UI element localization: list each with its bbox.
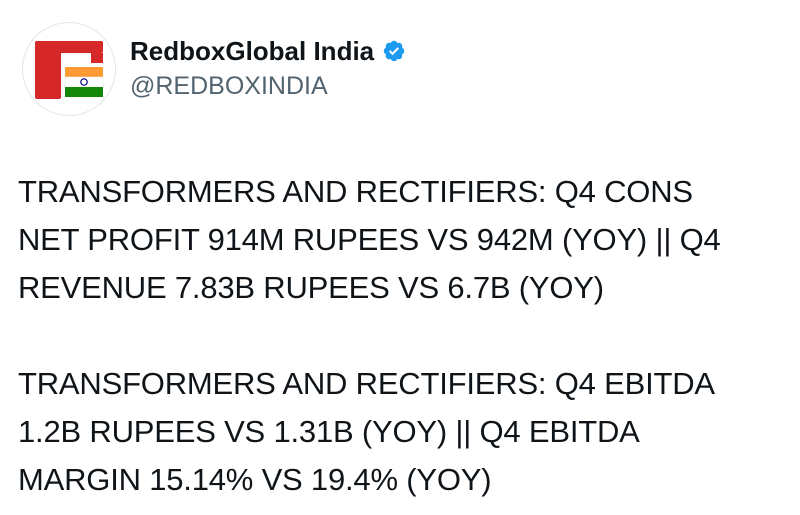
tweet-paragraph-1: TRANSFORMERS AND RECTIFIERS: Q4 CONS NET… [18,174,721,305]
display-name-row: RedboxGlobal India [130,35,406,67]
avatar[interactable] [22,22,116,116]
tweet-paragraph-2: TRANSFORMERS AND RECTIFIERS: Q4 EBITDA 1… [18,366,715,497]
display-name[interactable]: RedboxGlobal India [130,35,374,67]
redbox-india-logo-icon [35,41,104,99]
author-names: RedboxGlobal India @REDBOXINDIA [130,35,406,103]
verified-badge-icon [383,40,405,62]
tweet-text: TRANSFORMERS AND RECTIFIERS: Q4 CONS NET… [18,168,788,504]
tweet-header: RedboxGlobal India @REDBOXINDIA [22,22,406,116]
handle[interactable]: @REDBOXINDIA [130,69,406,103]
